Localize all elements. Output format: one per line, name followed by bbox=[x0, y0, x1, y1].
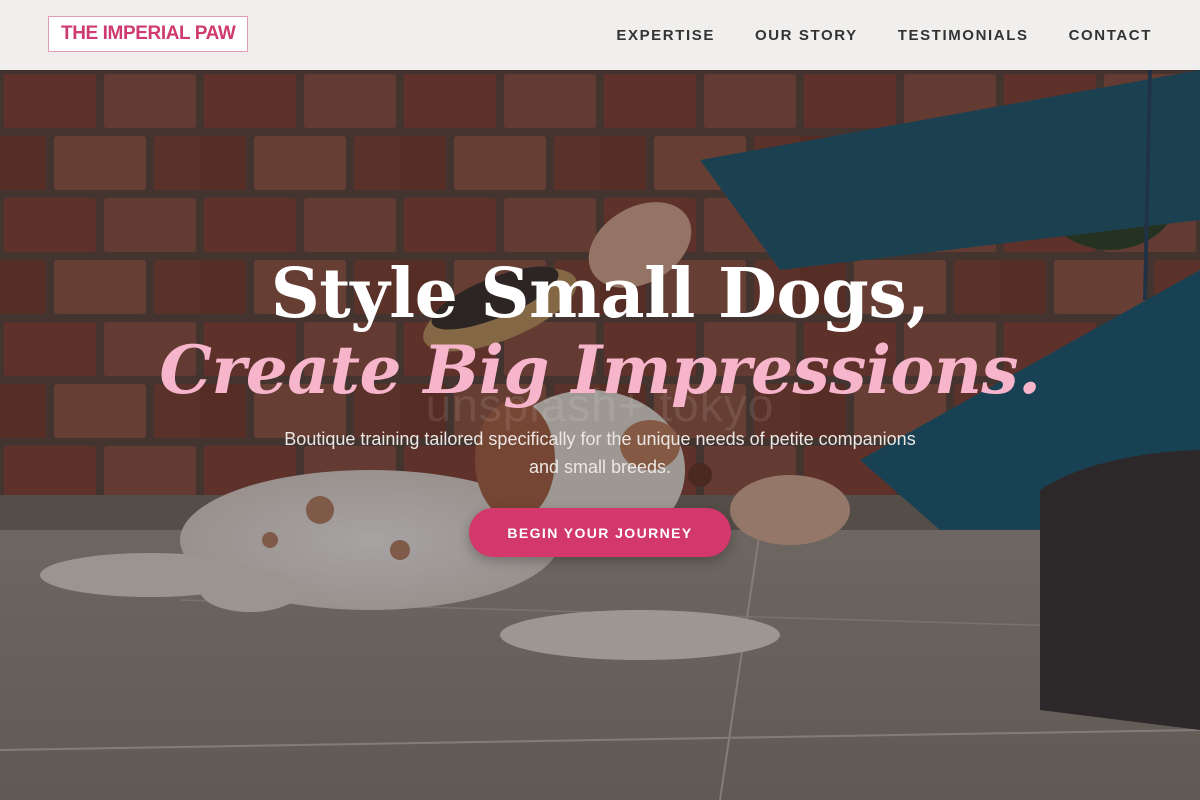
logo-text: THE IMPERIAL PAW bbox=[61, 23, 236, 44]
nav-link-our-story[interactable]: OUR STORY bbox=[755, 27, 858, 44]
site-header: THE IMPERIAL PAW EXPERTISE OUR STORY TES… bbox=[0, 0, 1200, 70]
hero-title-line-2: Create Big Impressions. bbox=[159, 331, 1041, 409]
page: THE IMPERIAL PAW EXPERTISE OUR STORY TES… bbox=[0, 0, 1200, 800]
main-nav: EXPERTISE OUR STORY TESTIMONIALS CONTACT bbox=[616, 0, 1152, 70]
begin-journey-button[interactable]: BEGIN YOUR JOURNEY bbox=[469, 508, 731, 557]
hero-section: unsplash+ tokyo Style Small Dogs, Create… bbox=[0, 70, 1200, 800]
nav-link-contact[interactable]: CONTACT bbox=[1069, 27, 1152, 44]
nav-link-expertise[interactable]: EXPERTISE bbox=[616, 27, 715, 44]
hero-subtitle: Boutique training tailored specifically … bbox=[284, 429, 916, 477]
nav-link-testimonials[interactable]: TESTIMONIALS bbox=[898, 27, 1029, 44]
hero-content: unsplash+ tokyo Style Small Dogs, Create… bbox=[0, 70, 1200, 800]
logo-link[interactable]: THE IMPERIAL PAW bbox=[48, 16, 249, 52]
hero-title-line-1: Style Small Dogs, bbox=[270, 254, 930, 334]
